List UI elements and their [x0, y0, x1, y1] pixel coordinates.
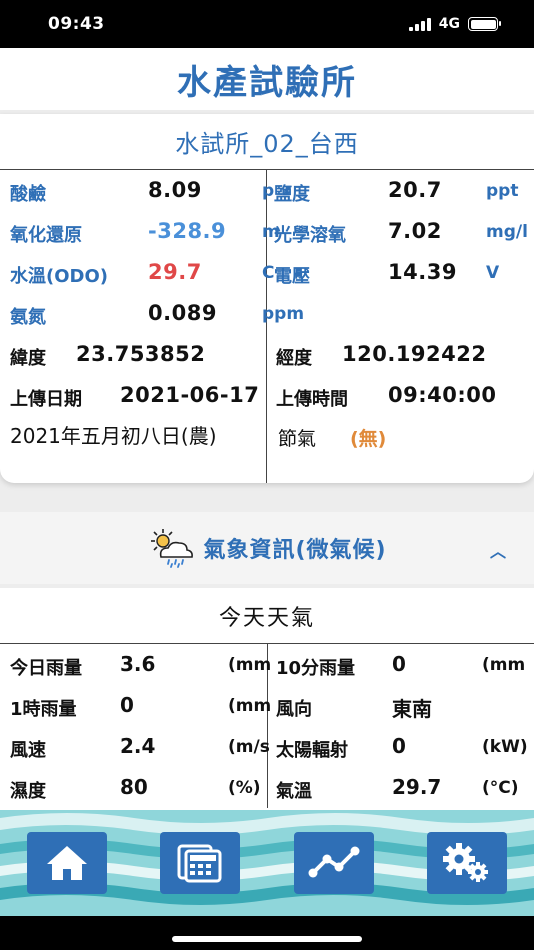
status-bar: 09:43 4G	[0, 0, 534, 48]
reading-unit-voltage: V	[486, 263, 500, 283]
weather-unit-rain-10min: (mm	[482, 655, 526, 675]
solar-term-value: (無)	[350, 428, 387, 450]
weather-subtitle-row: 今天天氣	[0, 588, 534, 644]
longitude-value: 120.192422	[342, 342, 487, 366]
upload-time-label: 上傳時間	[276, 389, 348, 410]
reading-unit-water-temp: C	[262, 263, 275, 283]
status-time: 09:43	[48, 14, 105, 34]
reading-value-orp: -328.9	[148, 219, 227, 243]
tab-settings[interactable]	[427, 832, 507, 894]
weather-unit-rain-1h: (mm	[228, 696, 272, 716]
page-title: 水產試驗所	[177, 62, 357, 103]
chart-line-icon	[308, 846, 360, 878]
weather-section-title: 氣象資訊(微氣候)	[203, 538, 387, 563]
weather-value-solar-radiation: 0	[392, 734, 406, 758]
reading-label-water-temp: 水溫(ODO)	[10, 266, 108, 287]
weather-unit-rain-today: (mm	[228, 655, 272, 675]
weather-value-rain-10min: 0	[392, 652, 406, 676]
battery-icon	[468, 17, 501, 31]
tab-calculator[interactable]	[160, 832, 240, 894]
gears-icon	[443, 843, 488, 882]
reading-label-voltage: 電壓	[274, 266, 310, 287]
reading-value-water-temp: 29.7	[148, 260, 202, 284]
weather-label-rain-today: 今日雨量	[10, 658, 82, 679]
reading-label-ammonia: 氨氮	[10, 307, 46, 328]
reading-value-ammonia: 0.089	[148, 301, 217, 325]
weather-subtitle: 今天天氣	[218, 605, 315, 631]
reading-label-orp: 氧化還原	[10, 225, 82, 246]
app-header: 水產試驗所	[0, 48, 534, 110]
station-name-row[interactable]: 水試所_02_台西	[0, 114, 534, 170]
weather-label-solar-radiation: 太陽輻射	[276, 740, 348, 761]
home-indicator[interactable]	[172, 936, 362, 942]
reading-unit-ph: p	[262, 181, 275, 201]
reading-label-salinity: 鹽度	[274, 184, 310, 205]
weather-value-humidity: 80	[120, 775, 148, 799]
weather-value-rain-today: 3.6	[120, 652, 156, 676]
reading-unit-salinity: ppt	[486, 181, 519, 201]
weather-label-rain-10min: 10分雨量	[276, 658, 356, 679]
signal-icon	[408, 17, 431, 31]
tab-home[interactable]	[27, 832, 107, 894]
weather-value-wind-direction: 東南	[392, 697, 432, 721]
reading-unit-ammonia: ppm	[262, 304, 305, 324]
latitude-label: 緯度	[10, 348, 46, 369]
reading-value-voltage: 14.39	[388, 260, 457, 284]
weather-unit-humidity: (%)	[228, 778, 261, 798]
weather-unit-air-temp: (°C)	[482, 778, 519, 798]
home-icon	[47, 846, 87, 880]
weather-unit-wind-speed: (m/s	[228, 737, 270, 757]
reading-value-salinity: 20.7	[388, 178, 442, 202]
weather-label-rain-1h: 1時雨量	[10, 699, 77, 720]
upload-date-value: 2021-06-17	[120, 383, 260, 407]
chevron-up-icon[interactable]: ︿	[490, 538, 506, 562]
reading-value-do: 7.02	[388, 219, 442, 243]
weather-value-rain-1h: 0	[120, 693, 134, 717]
weather-unit-solar-radiation: (kW)	[482, 737, 528, 757]
reading-label-ph: 酸鹼	[10, 184, 46, 205]
station-card: 水試所_02_台西 酸鹼 8.09 p 鹽度 20.7 ppt 氧化還原 -32…	[0, 114, 534, 483]
reading-value-ph: 8.09	[148, 178, 202, 202]
upload-date-label: 上傳日期	[10, 389, 82, 410]
weather-cloud-rain-icon	[151, 529, 194, 568]
status-indicators: 4G	[408, 16, 501, 32]
bottom-tab-bar	[0, 810, 534, 916]
weather-label-humidity: 濕度	[10, 781, 46, 802]
calculator-icon	[177, 844, 222, 883]
upload-time-value: 09:40:00	[388, 383, 497, 407]
home-indicator-area	[0, 916, 534, 950]
longitude-label: 經度	[276, 348, 312, 369]
station-name: 水試所_02_台西	[175, 130, 359, 158]
weather-value-air-temp: 29.7	[392, 775, 442, 799]
tab-chart[interactable]	[294, 832, 374, 894]
latitude-value: 23.753852	[76, 342, 206, 366]
reading-label-do: 光學溶氧	[274, 225, 346, 246]
lunar-date: 2021年五月初八日(農)	[10, 424, 217, 448]
reading-unit-do: mg/l	[486, 222, 528, 242]
weather-label-wind-direction: 風向	[276, 699, 312, 720]
weather-label-wind-speed: 風速	[10, 740, 46, 761]
weather-card: 今天天氣 今日雨量 3.6 (mm 10分雨量 0 (mm 1時雨量 0 (mm…	[0, 588, 534, 818]
weather-value-wind-speed: 2.4	[120, 734, 156, 758]
solar-term-label: 節氣	[278, 428, 317, 450]
column-divider	[266, 170, 267, 483]
weather-section-header[interactable]: 氣象資訊(微氣候) ︿	[0, 512, 534, 584]
weather-label-air-temp: 氣溫	[276, 781, 312, 802]
network-type: 4G	[438, 16, 460, 32]
